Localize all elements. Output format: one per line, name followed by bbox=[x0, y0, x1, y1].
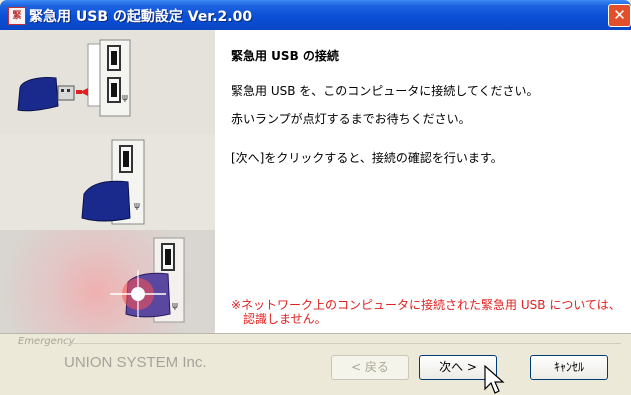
illustration-panel: ψ ψ ψ bbox=[0, 30, 215, 334]
close-button[interactable]: ✕ bbox=[608, 4, 631, 27]
svg-text:ψ: ψ bbox=[122, 93, 128, 103]
step3-illustration: ψ bbox=[0, 230, 215, 334]
app-icon: 緊 bbox=[8, 7, 26, 25]
company-name: UNION SYSTEM Inc. bbox=[64, 354, 207, 371]
instruction-line-1: 緊急用 USB を、このコンピュータに接続してください。 bbox=[231, 84, 539, 98]
button-bar: Emergency UNION SYSTEM Inc. < 戻る 次へ > ｷｬ… bbox=[0, 333, 631, 395]
step1-illustration: ψ bbox=[0, 30, 215, 135]
svg-text:ψ: ψ bbox=[134, 201, 140, 211]
cancel-button[interactable]: ｷｬﾝｾﾙ bbox=[530, 355, 608, 380]
network-warning: ※ネットワーク上のコンピュータに接続された緊急用 USB については、 認識しま… bbox=[231, 298, 621, 326]
usb-insert-icon: ψ bbox=[17, 39, 131, 117]
instruction-line-2: 赤いランプが点灯するまでお待ちください。 bbox=[231, 112, 471, 126]
step2-illustration: ψ bbox=[0, 134, 215, 231]
instructions-area: 緊急用 USB の接続 緊急用 USB を、このコンピュータに接続してください。… bbox=[215, 30, 631, 333]
back-button[interactable]: < 戻る bbox=[331, 355, 409, 380]
footer-divider bbox=[66, 343, 621, 344]
window-title: 緊急用 USB の起動設定 Ver.2.00 bbox=[29, 9, 253, 25]
instruction-line-3: [次へ]をクリックすると、接続の確認を行います。 bbox=[231, 151, 503, 165]
usb-inserted-icon: ψ bbox=[81, 139, 145, 225]
svg-text:ψ: ψ bbox=[172, 301, 178, 311]
emergency-label: Emergency bbox=[18, 336, 75, 347]
setup-dialog: 緊 緊急用 USB の起動設定 Ver.2.00 ✕ ψ ψ ψ 緊急用 USB… bbox=[0, 0, 631, 395]
title-bar[interactable]: 緊 緊急用 USB の起動設定 Ver.2.00 ✕ bbox=[0, 0, 631, 30]
mouse-pointer-icon bbox=[484, 365, 505, 394]
usb-lamp-on-icon: ψ bbox=[110, 237, 185, 323]
step-heading: 緊急用 USB の接続 bbox=[231, 49, 339, 63]
